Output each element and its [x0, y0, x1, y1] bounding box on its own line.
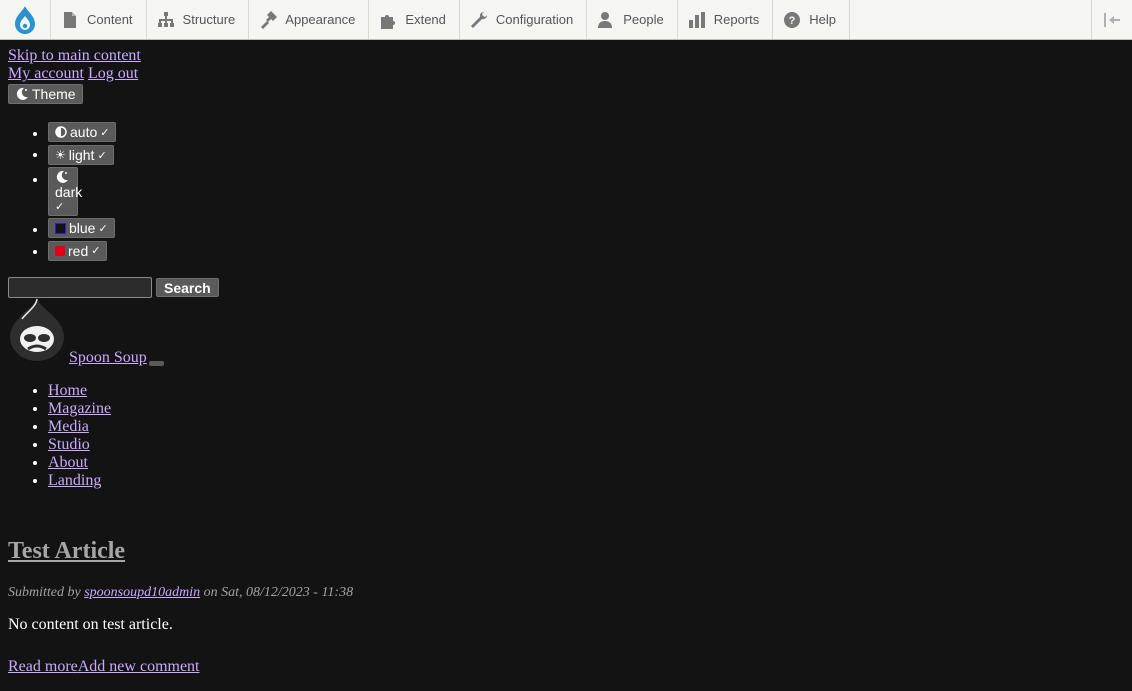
theme-option-label: light [68, 147, 95, 163]
theme-option-label: auto [70, 124, 98, 140]
my-account-link[interactable]: My account [8, 65, 84, 82]
extend-icon [381, 14, 396, 29]
toolbar-item-reports[interactable]: Reports [678, 0, 774, 39]
article-links: Read moreAdd new comment [8, 658, 1124, 676]
theme-option-blue[interactable]: blue ✓ [48, 218, 115, 238]
toolbar-item-label: Structure [182, 12, 236, 27]
menu-toggle-button[interactable] [148, 360, 164, 366]
list-item: Media [48, 418, 1124, 436]
main-navigation: Home Magazine Media Studio About Landing [8, 382, 1124, 490]
drupal-drop-icon [15, 5, 35, 34]
log-out-link[interactable]: Log out [88, 65, 138, 82]
nav-link-home[interactable]: Home [48, 382, 87, 399]
blue-swatch-icon [55, 222, 66, 234]
site-logo-link[interactable] [8, 297, 66, 366]
theme-option-dark[interactable]: dark ✓ [48, 167, 82, 216]
toolbar-item-help[interactable]: ? Help [773, 0, 850, 39]
configuration-icon [470, 11, 487, 28]
nav-link-media[interactable]: Media [48, 418, 89, 435]
check-icon: ✓ [55, 201, 65, 213]
theme-option-auto[interactable]: auto ✓ [48, 122, 117, 142]
toolbar-item-label: Content [87, 12, 133, 27]
toolbar-item-label: Extend [405, 12, 446, 27]
toolbar-item-content[interactable]: Content [51, 0, 147, 39]
nav-link-landing[interactable]: Landing [48, 472, 101, 489]
collapse-left-icon [1104, 12, 1120, 27]
theme-option-label: red [68, 242, 89, 259]
toolbar-item-people[interactable]: People [587, 0, 678, 39]
author-link[interactable]: spoonsoupd10admin [84, 585, 200, 600]
toolbar-item-extend[interactable]: Extend [369, 0, 460, 39]
toolbar-item-configuration[interactable]: Configuration [460, 0, 588, 39]
skip-to-main-link[interactable]: Skip to main content [8, 47, 1124, 65]
toolbar-collapse-button[interactable] [1091, 0, 1132, 39]
list-item: blue ✓ [48, 218, 1124, 239]
list-item: Magazine [48, 400, 1124, 418]
appearance-icon [261, 10, 278, 29]
article-body: No content on test article. [8, 615, 173, 633]
theme-option-red[interactable]: red ✓ [48, 240, 108, 261]
site-name-link[interactable]: Spoon Soup [69, 349, 147, 367]
list-item: auto ✓ [48, 122, 1124, 143]
drupal-logo-icon [10, 298, 64, 361]
theme-button[interactable]: Theme [8, 84, 83, 104]
read-more-link[interactable]: Read more [8, 658, 78, 675]
toolbar-item-label: People [623, 12, 664, 27]
theme-button-label: Theme [32, 86, 76, 102]
people-icon [598, 11, 613, 28]
structure-icon [157, 11, 174, 27]
check-icon: ✓ [97, 149, 107, 162]
sun-icon: ☀ [55, 148, 66, 162]
list-item: dark ✓ [48, 167, 1124, 216]
check-icon: ✓ [91, 245, 101, 257]
nav-link-about[interactable]: About [48, 454, 88, 471]
on-text: on [203, 584, 218, 600]
theme-option-light[interactable]: ☀ light ✓ [48, 145, 114, 165]
content-icon [64, 11, 76, 28]
list-item: Studio [48, 436, 1124, 454]
list-item: About [48, 454, 1124, 472]
contrast-icon [55, 126, 67, 138]
list-item: red ✓ [48, 240, 1124, 261]
list-item: ☀ light ✓ [48, 145, 1124, 165]
account-menu: My account Log out [8, 65, 1124, 83]
article-date: Sat, 08/12/2023 - 11:38 [221, 584, 354, 600]
toolbar-item-appearance[interactable]: Appearance [249, 0, 370, 39]
theme-option-label: blue [69, 220, 96, 236]
nav-link-magazine[interactable]: Magazine [48, 400, 111, 417]
article-title-link[interactable]: Test Article [8, 538, 125, 564]
help-icon: ? [784, 11, 801, 28]
article-meta: Submitted by spoonsoupd10admin on Sat, 0… [8, 584, 1124, 602]
search-input[interactable] [8, 276, 152, 298]
moon-icon [16, 87, 28, 100]
list-item: Landing [48, 472, 1124, 490]
drupal-logo-button[interactable] [0, 0, 51, 39]
search-form: Search [8, 276, 1124, 298]
svg-text:?: ? [789, 15, 796, 27]
moon-icon [56, 170, 68, 183]
toolbar-item-label: Appearance [285, 12, 356, 27]
theme-option-label: dark [55, 184, 83, 200]
nav-link-studio[interactable]: Studio [48, 436, 90, 453]
toolbar-item-label: Help [809, 12, 836, 27]
check-icon: ✓ [100, 126, 110, 139]
submitted-by-text: Submitted by [8, 584, 81, 600]
admin-toolbar: Content Structure Appearance Extend Conf… [0, 0, 1132, 40]
toolbar-item-label: Configuration [495, 12, 574, 27]
article-title: Test Article [8, 536, 1124, 566]
reports-icon [688, 11, 705, 28]
list-item: Home [48, 382, 1124, 400]
site-branding: Spoon Soup [8, 297, 1124, 367]
toolbar-item-label: Reports [713, 12, 760, 27]
add-comment-link[interactable]: Add new comment [78, 658, 200, 675]
theme-options-list: auto ✓ ☀ light ✓ dark ✓ blue ✓ [8, 122, 1124, 261]
red-swatch-icon [55, 245, 65, 256]
page-content: Skip to main content My account Log out … [8, 47, 1124, 676]
check-icon: ✓ [98, 222, 108, 235]
search-button[interactable]: Search [156, 277, 219, 297]
toolbar-item-structure[interactable]: Structure [147, 0, 250, 39]
